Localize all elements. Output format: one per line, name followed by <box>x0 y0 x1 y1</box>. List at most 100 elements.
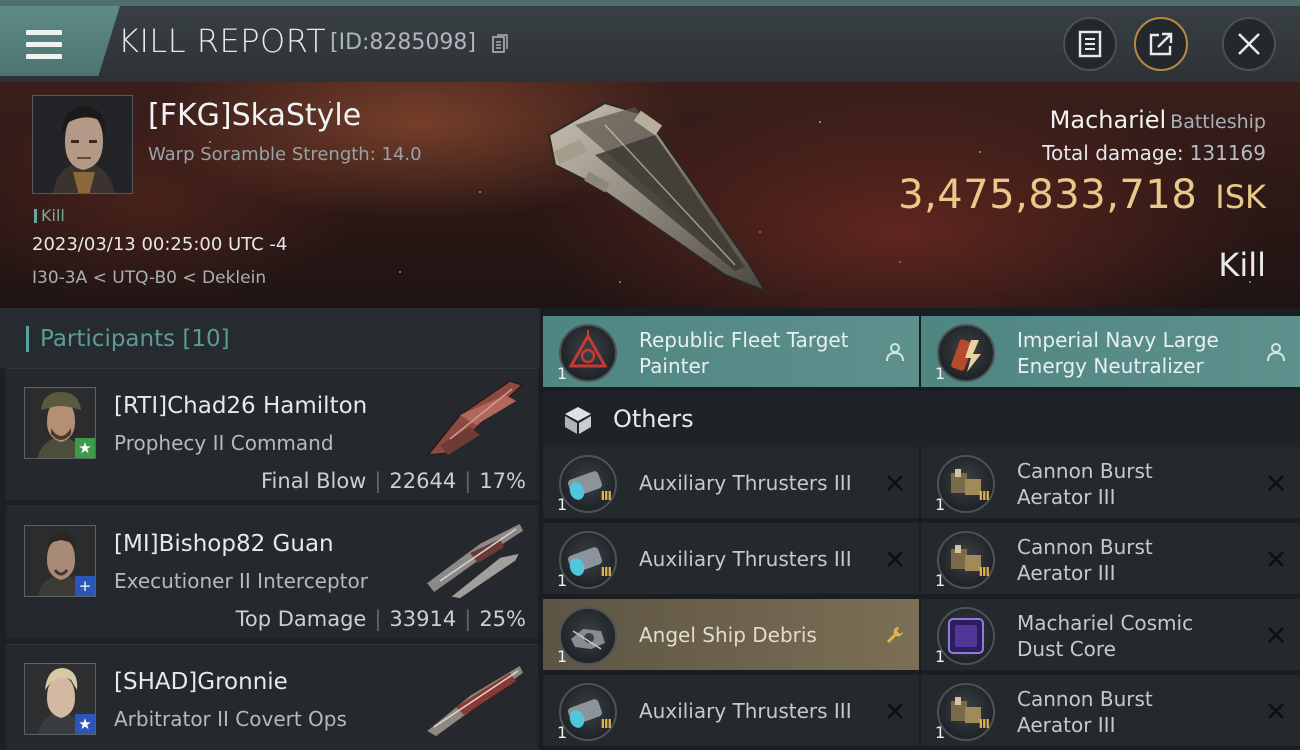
participant-stat: Top Damage | 33914 | 25% <box>235 607 526 631</box>
total-damage: Total damage: 131169 <box>1042 141 1266 165</box>
energy-neutralizer-icon <box>937 324 995 382</box>
item-name: Cannon Burst Aerator III <box>1017 534 1153 586</box>
wrench-icon[interactable] <box>885 625 905 645</box>
avatar[interactable]: + <box>24 525 96 597</box>
item-quantity: 1 <box>557 647 568 666</box>
participant-row[interactable]: ★ [SHAD]Gronnie Arbitrator II Covert Ops <box>6 644 538 750</box>
participant-stat: Final Blow | 22644 | 17% <box>261 469 526 493</box>
ship-debris-icon <box>559 607 617 665</box>
kill-location[interactable]: I30-3A < UTQ-B0 < Deklein <box>32 268 266 288</box>
close-icon[interactable] <box>885 473 905 493</box>
item-name-line: Imperial Navy Large <box>1017 328 1219 352</box>
participant-row[interactable]: + [MI]Bishop82 Guan Executioner II Inter… <box>6 506 538 638</box>
isk-value: 3,475,833,718 <box>898 172 1198 218</box>
share-icon <box>1149 32 1173 56</box>
plus-icon: + <box>75 576 95 596</box>
tier-badge: III <box>978 717 990 731</box>
star-icon: ★ <box>75 438 95 458</box>
item-name-line: Cannon Burst <box>1017 535 1153 559</box>
item-row[interactable]: III 1 Auxiliary Thrusters III <box>543 447 919 519</box>
item-row[interactable]: III 1 Cannon Burst Aerator III <box>921 675 1300 747</box>
header-accent-line <box>0 0 1300 6</box>
close-icon[interactable] <box>1266 549 1286 569</box>
tier-badge: III <box>978 565 990 579</box>
warp-scramble-strength: Warp Soramble Strength: 14.0 <box>148 144 422 165</box>
share-button[interactable] <box>1134 17 1188 71</box>
isk-currency: ISK <box>1215 178 1266 216</box>
item-row[interactable]: 1 Imperial Navy Large Energy Neutralizer <box>921 316 1300 388</box>
item-row[interactable]: III 1 Cannon Burst Aerator III <box>921 447 1300 519</box>
header-accent-bar <box>26 326 29 352</box>
stat-label: Final Blow <box>261 469 367 493</box>
victim-portrait[interactable] <box>32 95 133 194</box>
participants-header: Participants [10] <box>0 308 540 368</box>
item-name-line: Aerator III <box>1017 713 1116 737</box>
item-row[interactable]: III 1 Cannon Burst Aerator III <box>921 523 1300 595</box>
item-name-line: Painter <box>639 354 710 378</box>
item-quantity: 1 <box>935 647 946 666</box>
aerator-icon: III <box>937 455 995 513</box>
close-button[interactable] <box>1222 17 1276 71</box>
participant-ship-image <box>426 380 524 456</box>
item-name: Machariel Cosmic Dust Core <box>1017 610 1193 662</box>
others-label: Others <box>613 405 694 433</box>
item-row[interactable]: 1 Machariel Cosmic Dust Core <box>921 599 1300 671</box>
item-name: Auxiliary Thrusters III <box>639 547 852 571</box>
participant-row[interactable]: ★ [RTI]Chad26 Hamilton Prophecy II Comma… <box>6 368 538 500</box>
item-name-line: Dust Core <box>1017 637 1116 661</box>
item-row[interactable]: 1 Republic Fleet Target Painter <box>543 316 919 388</box>
close-icon[interactable] <box>885 549 905 569</box>
tier-badge: III <box>600 565 612 579</box>
thruster-icon: III <box>559 531 617 589</box>
item-name-line: Cannon Burst <box>1017 459 1153 483</box>
item-quantity: 1 <box>935 571 946 590</box>
menu-icon <box>26 30 62 60</box>
avatar[interactable]: ★ <box>24 663 96 735</box>
ship-name: Machariel <box>1049 106 1167 134</box>
avatar[interactable]: ★ <box>24 387 96 459</box>
pilot-icon[interactable] <box>1266 342 1286 362</box>
item-name: Republic Fleet Target Painter <box>639 327 849 379</box>
victim-ship-image[interactable] <box>535 95 775 295</box>
stat-damage: 33914 <box>389 607 457 631</box>
stat-label: Top Damage <box>235 607 367 631</box>
participants-title: Participants [10] <box>40 326 230 352</box>
aerator-icon: III <box>937 531 995 589</box>
item-name: Auxiliary Thrusters III <box>639 699 852 723</box>
item-name-line: Aerator III <box>1017 561 1116 585</box>
ship-class: Battleship <box>1170 111 1266 133</box>
thruster-icon: III <box>559 683 617 741</box>
item-quantity: 1 <box>935 364 946 383</box>
item-row[interactable]: 1 Angel Ship Debris <box>543 599 919 671</box>
tier-badge: III <box>978 489 990 503</box>
close-icon[interactable] <box>1266 625 1286 645</box>
close-icon[interactable] <box>885 701 905 721</box>
item-name-line: Cannon Burst <box>1017 687 1153 711</box>
close-icon[interactable] <box>1266 701 1286 721</box>
stat-percent: 17% <box>479 469 526 493</box>
victim-ship-name[interactable]: Machariel Battleship <box>1050 106 1266 134</box>
participant-ship: Arbitrator II Covert Ops <box>114 707 347 731</box>
menu-button[interactable] <box>0 6 120 76</box>
isk-loss: 3,475,833,718 ISK <box>898 172 1266 218</box>
kill-type-tag: Kill <box>34 206 65 225</box>
participants-panel: Participants [10] ★ [RTI]Chad26 Hamilton… <box>0 308 540 750</box>
header-bar: KILL REPORT [ID:8285098] <box>0 0 1300 82</box>
item-name-line: Energy Neutralizer <box>1017 354 1204 378</box>
participant-ship-image <box>424 663 525 737</box>
total-damage-label: Total damage: <box>1042 141 1184 165</box>
aerator-icon: III <box>937 683 995 741</box>
pilot-icon[interactable] <box>885 342 905 362</box>
close-icon[interactable] <box>1266 473 1286 493</box>
target-painter-icon <box>559 324 617 382</box>
copy-icon[interactable] <box>492 34 508 54</box>
notes-button[interactable] <box>1063 17 1117 71</box>
report-id: [ID:8285098] <box>330 30 476 55</box>
item-row[interactable]: III 1 Auxiliary Thrusters III <box>543 523 919 595</box>
item-quantity: 1 <box>935 723 946 742</box>
victim-pilot-name[interactable]: [FKG]SkaStyle <box>148 98 361 133</box>
item-name: Auxiliary Thrusters III <box>639 471 852 495</box>
page-title: KILL REPORT <box>118 22 327 60</box>
item-name: Angel Ship Debris <box>639 623 817 647</box>
item-row[interactable]: III 1 Auxiliary Thrusters III <box>543 675 919 747</box>
